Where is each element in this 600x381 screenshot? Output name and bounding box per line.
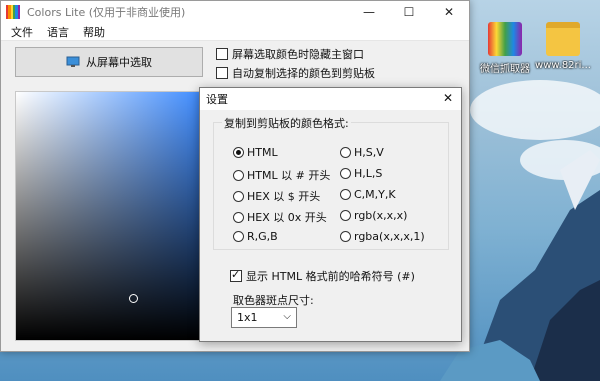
hide-window-option[interactable]: 屏幕选取颜色时隐藏主窗口 — [216, 46, 364, 62]
radio-label: HEX 以 $ 开头 — [247, 190, 321, 203]
app-shortcut-icon — [488, 22, 522, 56]
desktop-icon-label: 微信抓取器 — [480, 64, 530, 75]
radio-label: C,M,Y,K — [354, 188, 396, 201]
color-saturation-field[interactable] — [15, 91, 203, 341]
format-rgb-func-option[interactable]: rgb(x,x,x) — [340, 209, 407, 222]
folder-icon — [546, 22, 580, 56]
radio-label: HEX 以 0x 开头 — [247, 211, 327, 224]
minimize-icon: — — [363, 5, 375, 19]
auto-copy-checkbox[interactable] — [216, 67, 228, 79]
format-hsv-option[interactable]: H,S,V — [340, 146, 384, 159]
show-hash-checkbox[interactable] — [230, 268, 242, 282]
radio-label: rgba(x,x,x,1) — [354, 230, 425, 243]
auto-copy-option[interactable]: 自动复制选择的颜色到剪贴板 — [216, 65, 375, 81]
dialog-close-button[interactable]: ✕ — [439, 89, 457, 107]
format-rgb-func-radio[interactable] — [340, 210, 351, 221]
format-hex-0x-radio[interactable] — [233, 211, 244, 223]
desktop-icon-label: www.82ri... — [535, 60, 591, 71]
format-html-hash-radio[interactable] — [233, 169, 244, 181]
menu-language[interactable]: 语言 — [40, 24, 76, 40]
hide-window-checkbox[interactable] — [216, 48, 228, 60]
monitor-icon — [66, 56, 80, 67]
format-rgba-func-radio[interactable] — [340, 231, 351, 242]
cloud — [470, 80, 600, 140]
close-icon: ✕ — [443, 5, 455, 19]
color-picker-handle[interactable] — [129, 294, 138, 303]
radio-label: R,G,B — [247, 230, 278, 243]
show-hash-option[interactable]: 显示 HTML 格式前的哈希符号 (#) — [230, 268, 415, 284]
clipboard-format-group: 复制到剪贴板的颜色格式: HTML HTML 以 # 开头 HEX 以 $ 开头… — [213, 115, 449, 250]
format-hsv-radio[interactable] — [340, 147, 351, 158]
format-html-hash-option[interactable]: HTML 以 # 开头 — [233, 167, 330, 183]
close-icon: ✕ — [442, 91, 454, 105]
settings-dialog: 设置 ✕ 复制到剪贴板的颜色格式: HTML HTML 以 # 开头 HEX 以… — [199, 87, 462, 342]
menu-bar: 文件 语言 帮助 — [1, 23, 469, 41]
window-title: Colors Lite (仅用于非商业使用) — [27, 6, 186, 19]
format-cmyk-option[interactable]: C,M,Y,K — [340, 188, 396, 201]
format-hex-dollar-radio[interactable] — [233, 190, 244, 202]
format-rgb-option[interactable]: R,G,B — [233, 230, 278, 243]
show-hash-label: 显示 HTML 格式前的哈希符号 (#) — [246, 270, 415, 283]
hide-window-label: 屏幕选取颜色时隐藏主窗口 — [232, 48, 364, 61]
auto-copy-label: 自动复制选择的颜色到剪贴板 — [232, 67, 375, 80]
format-rgba-func-option[interactable]: rgba(x,x,x,1) — [340, 230, 425, 243]
radio-label: H,L,S — [354, 167, 383, 180]
format-html-option[interactable]: HTML — [233, 146, 278, 159]
format-group-label: 复制到剪贴板的颜色格式: — [222, 115, 351, 131]
close-button[interactable]: ✕ — [429, 1, 469, 23]
radio-label: H,S,V — [354, 146, 384, 159]
menu-file[interactable]: 文件 — [4, 24, 40, 40]
format-hex-0x-option[interactable]: HEX 以 0x 开头 — [233, 209, 327, 225]
picker-size-select[interactable]: 1x1 ⌵ — [231, 307, 297, 328]
maximize-button[interactable]: ☐ — [389, 1, 429, 23]
title-bar[interactable]: Colors Lite (仅用于非商业使用) — ☐ ✕ — [1, 1, 469, 23]
picker-size-label: 取色器斑点尺寸: — [233, 294, 314, 307]
desktop-icon-app[interactable]: 微信抓取器 — [474, 22, 536, 75]
chevron-down-icon: ⌵ — [283, 311, 291, 322]
format-hls-radio[interactable] — [340, 168, 351, 179]
minimize-button[interactable]: — — [349, 1, 389, 23]
menu-help[interactable]: 帮助 — [76, 24, 112, 40]
app-icon — [6, 5, 20, 19]
dialog-title: 设置 — [206, 93, 228, 106]
format-rgb-radio[interactable] — [233, 231, 244, 242]
pick-from-screen-button[interactable]: 从屏幕中选取 — [15, 47, 203, 77]
format-cmyk-radio[interactable] — [340, 189, 351, 200]
dialog-title-bar[interactable]: 设置 ✕ — [200, 88, 461, 110]
pick-button-label: 从屏幕中选取 — [86, 56, 152, 69]
format-hls-option[interactable]: H,L,S — [340, 167, 382, 180]
radio-label: HTML — [247, 146, 278, 159]
format-html-radio[interactable] — [233, 147, 244, 158]
maximize-icon: ☐ — [403, 5, 415, 19]
radio-label: HTML 以 # 开头 — [247, 169, 331, 182]
picker-size-value: 1x1 — [237, 311, 258, 324]
desktop-icon-folder[interactable]: www.82ri... — [532, 22, 594, 71]
format-hex-dollar-option[interactable]: HEX 以 $ 开头 — [233, 188, 320, 204]
radio-label: rgb(x,x,x) — [354, 209, 408, 222]
